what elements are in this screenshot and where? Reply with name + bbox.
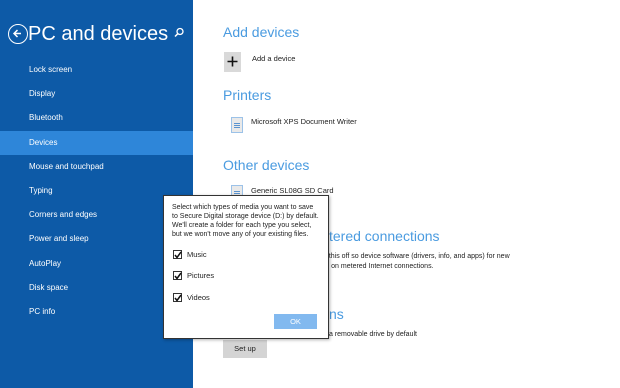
- section-title-add-devices: Add devices: [223, 24, 300, 40]
- metered-description-1: o this off so device software (drivers, …: [323, 253, 510, 260]
- sd-card-item[interactable]: Generic SL08G SD Card: [251, 186, 334, 195]
- page-title: PC and devices: [28, 23, 169, 45]
- section-title-default-save: ns: [329, 306, 344, 322]
- dialog-text-line: We'll create a folder for each type you …: [172, 222, 312, 229]
- printer-item[interactable]: Microsoft XPS Document Writer: [251, 117, 357, 126]
- add-device-button[interactable]: [224, 52, 241, 72]
- plus-icon: [227, 56, 238, 67]
- section-title-other-devices: Other devices: [223, 157, 310, 173]
- videos-label: Videos: [187, 293, 210, 302]
- sidebar-item-bluetooth[interactable]: Bluetooth: [0, 106, 193, 130]
- section-title-metered: tered connections: [329, 228, 440, 244]
- ok-button[interactable]: OK: [274, 314, 317, 329]
- media-types-dialog: Select which types of media you want to …: [163, 195, 329, 339]
- default-save-description: a removable drive by default: [329, 331, 417, 338]
- checkmark-icon: [174, 251, 182, 259]
- pictures-label: Pictures: [187, 271, 215, 280]
- sidebar-item-mouse-and-touchpad[interactable]: Mouse and touchpad: [0, 155, 193, 179]
- music-label: Music: [187, 250, 207, 259]
- sidebar-item-lock-screen[interactable]: Lock screen: [0, 58, 193, 82]
- sidebar-item-display[interactable]: Display: [0, 82, 193, 106]
- dialog-text-line: but we won't move any of your existing f…: [172, 231, 309, 238]
- add-device-label[interactable]: Add a device: [252, 54, 295, 63]
- videos-checkbox[interactable]: [173, 293, 182, 302]
- sidebar-item-devices[interactable]: Devices: [0, 130, 193, 155]
- dialog-text-line: to Secure Digital storage device (D:) by…: [172, 213, 319, 220]
- checkmark-icon: [174, 272, 182, 280]
- sidebar-header: PC and devices: [0, 20, 193, 48]
- back-arrow-icon: [12, 29, 21, 38]
- checkmark-icon: [174, 294, 182, 302]
- section-title-printers: Printers: [223, 87, 272, 103]
- search-icon[interactable]: [172, 26, 186, 40]
- music-checkbox[interactable]: [173, 250, 182, 259]
- printer-icon: [231, 117, 243, 133]
- metered-description-2: re on metered Internet connections.: [323, 263, 434, 270]
- back-button[interactable]: [8, 24, 28, 44]
- dialog-text-line: Select which types of media you want to …: [172, 204, 314, 211]
- pictures-checkbox[interactable]: [173, 271, 182, 280]
- setup-button[interactable]: Set up: [223, 340, 267, 358]
